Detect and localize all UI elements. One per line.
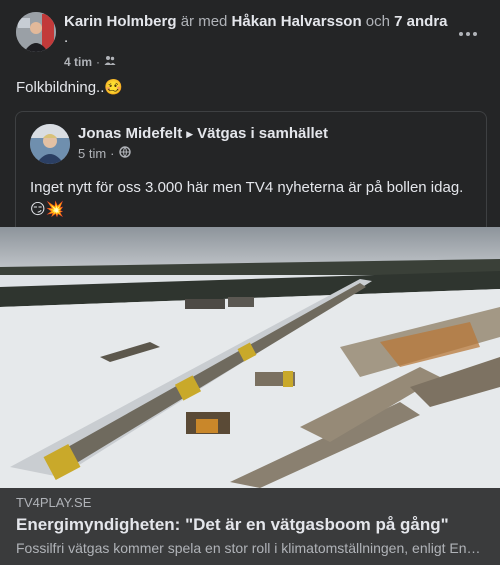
- header-text: Karin Holmberg är med Håkan Halvarsson o…: [64, 12, 454, 46]
- link-description: Fossilfri vätgas kommer spela en stor ro…: [16, 540, 484, 556]
- post-time[interactable]: 4 tim: [64, 54, 92, 70]
- shared-post-text: Inget nytt för oss 3.000 här men TV4 nyh…: [30, 179, 464, 218]
- shared-meta-separator: ·: [110, 146, 115, 161]
- more-options-button[interactable]: [452, 18, 484, 50]
- tagged-person[interactable]: Håkan Halvarsson: [232, 13, 362, 30]
- more-dots-icon: [459, 32, 477, 36]
- globe-icon[interactable]: [118, 146, 131, 162]
- with-label: är med: [180, 13, 228, 30]
- link-title[interactable]: Energimyndigheten: "Det är en vätgasboom…: [16, 514, 484, 536]
- link-card[interactable]: TV4PLAY.SE Energimyndigheten: "Det är en…: [0, 488, 500, 565]
- shared-author-name[interactable]: Jonas Midefelt: [78, 124, 182, 144]
- author-name[interactable]: Karin Holmberg: [64, 13, 177, 30]
- shared-author-line: Jonas Midefelt ▶ Vätgas i samhället: [78, 124, 328, 144]
- friends-icon[interactable]: [104, 54, 116, 70]
- post-meta: 4 tim ·: [64, 54, 116, 70]
- shared-avatar-image: [30, 124, 70, 164]
- link-preview-image[interactable]: [0, 227, 500, 488]
- trailing-dot: .: [64, 29, 69, 46]
- shared-meta: 5 tim ·: [78, 146, 131, 162]
- group-name[interactable]: Vätgas i samhället: [197, 124, 328, 144]
- others-link[interactable]: 7 andra: [394, 13, 447, 30]
- author-avatar-image: [16, 12, 56, 52]
- lumber-yard-photo: [0, 227, 500, 488]
- meta-separator: ·: [96, 55, 101, 69]
- arrow-icon: ▶: [186, 129, 194, 139]
- post-text: Folkbildning..🥴: [16, 79, 124, 96]
- shared-author-avatar[interactable]: [30, 124, 70, 164]
- and-label: och: [365, 13, 390, 30]
- author-avatar[interactable]: [16, 12, 56, 52]
- shared-time[interactable]: 5 tim: [78, 146, 106, 162]
- link-domain: TV4PLAY.SE: [16, 495, 92, 510]
- post-header: Karin Holmberg är med Håkan Halvarsson o…: [16, 12, 484, 70]
